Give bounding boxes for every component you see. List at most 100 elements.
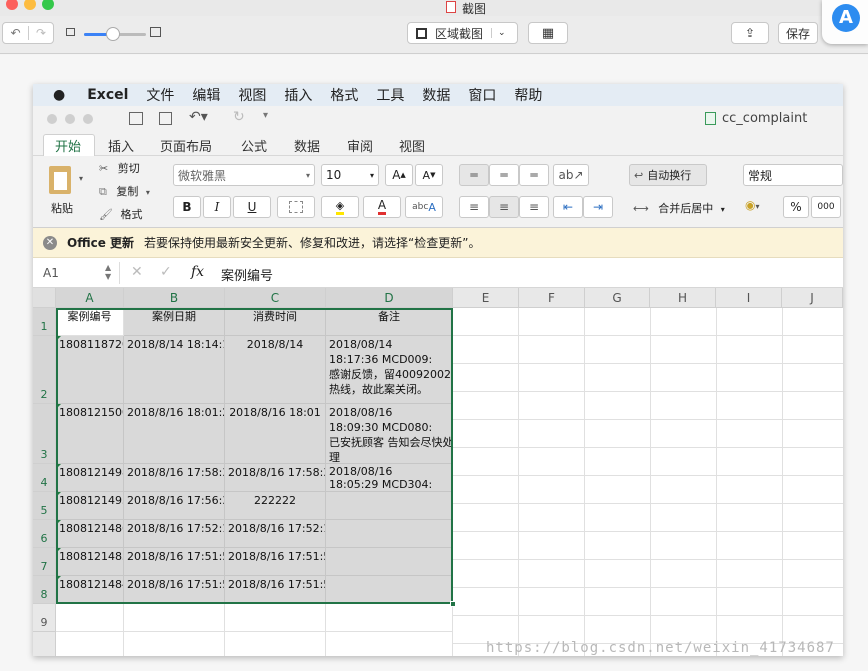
orientation-button[interactable]: ab↗ xyxy=(553,164,589,186)
cell-d1[interactable]: 备注 xyxy=(326,308,453,336)
row-header-6[interactable]: 6 xyxy=(33,520,56,548)
cell-b1[interactable]: 案例日期 xyxy=(124,308,225,336)
bold-button[interactable]: B xyxy=(173,196,201,218)
column-header-b[interactable]: B xyxy=(124,288,225,308)
zoom-slider[interactable] xyxy=(84,27,146,41)
cell-d6[interactable] xyxy=(326,520,453,548)
italic-button[interactable]: I xyxy=(203,196,231,218)
empty-grid-area[interactable] xyxy=(453,308,843,656)
cell-b3[interactable]: 2018/8/16 18:01:20 xyxy=(124,404,225,464)
fx-icon[interactable]: fx xyxy=(191,264,204,280)
column-header-i[interactable]: I xyxy=(716,288,782,308)
cell-d4[interactable]: 2018/08/16 18:05:29 MCD304: xyxy=(326,464,453,492)
percent-button[interactable]: % xyxy=(783,196,809,218)
zoom-window-button[interactable] xyxy=(42,0,54,10)
cell-b4[interactable]: 2018/8/16 17:58:30 xyxy=(124,464,225,492)
decrease-indent-button[interactable]: ⇤ xyxy=(553,196,583,218)
align-top-button[interactable]: ═ xyxy=(459,164,489,186)
cell-d8[interactable] xyxy=(326,576,453,604)
tab-formulas[interactable]: 公式 xyxy=(241,136,267,155)
close-window-button[interactable] xyxy=(6,0,18,10)
cell-a8[interactable]: 1808121484 xyxy=(56,576,124,604)
row-header-8[interactable]: 8 xyxy=(33,576,56,604)
tab-insert[interactable]: 插入 xyxy=(108,136,134,155)
cell-d5[interactable] xyxy=(326,492,453,520)
menu-format[interactable]: 格式 xyxy=(330,85,358,105)
accounting-format-button[interactable]: ◉▾ xyxy=(745,198,779,220)
cell-c3[interactable]: 2018/8/16 18:01 xyxy=(225,404,326,464)
qrcode-button[interactable]: ▦ xyxy=(528,22,568,44)
cell-a5[interactable]: 1808121493 xyxy=(56,492,124,520)
increase-font-button[interactable]: A ▲ xyxy=(385,164,413,186)
cell-d3[interactable]: 2018/08/16 18:09:30 MCD080: 已安抚顾客 告知会尽快处… xyxy=(326,404,453,464)
cut-button[interactable]: ✂ 剪切 xyxy=(99,160,159,178)
menu-edit[interactable]: 编辑 xyxy=(192,85,220,105)
font-color-button[interactable]: A xyxy=(363,196,401,218)
column-header-g[interactable]: G xyxy=(585,288,650,308)
paste-button[interactable]: ▾ 粘贴 xyxy=(45,162,87,218)
cell-c2[interactable]: 2018/8/14 xyxy=(225,336,326,404)
merge-center-button[interactable]: ⟷ 合并后居中 ▾ xyxy=(633,200,733,218)
row-header-10[interactable] xyxy=(33,632,56,656)
worksheet-grid[interactable]: A B C D E F G H I J 1 2 3 4 5 6 7 8 9 案例… xyxy=(33,288,843,656)
row-header-9[interactable]: 9 xyxy=(33,604,56,632)
undo-icon[interactable]: ↶▾ xyxy=(189,109,208,125)
column-header-j[interactable]: J xyxy=(782,288,843,308)
row-header-5[interactable]: 5 xyxy=(33,492,56,520)
cell-a2[interactable]: 1808118720 xyxy=(56,336,124,404)
cell-d7[interactable] xyxy=(326,548,453,576)
paste-dropdown-icon[interactable]: ▾ xyxy=(79,174,83,183)
cell-b8[interactable]: 2018/8/16 17:51:54 xyxy=(124,576,225,604)
tab-view[interactable]: 视图 xyxy=(399,136,425,155)
area-screenshot-button[interactable]: 区域截图 ⌄ xyxy=(407,22,518,44)
fill-handle[interactable] xyxy=(450,601,456,607)
borders-button[interactable] xyxy=(277,196,315,218)
menu-window[interactable]: 窗口 xyxy=(468,85,496,105)
align-right-button[interactable]: ≡ xyxy=(519,196,549,218)
row-header-3[interactable]: 3 xyxy=(33,404,56,464)
row-header-2[interactable]: 2 xyxy=(33,336,56,404)
undo-icon[interactable]: ↶ xyxy=(3,26,28,40)
column-header-d[interactable]: D xyxy=(326,288,453,308)
redo-icon[interactable]: ↷ xyxy=(27,26,53,40)
name-box-stepper-icon[interactable]: ▲ ▼ xyxy=(105,263,111,281)
share-button[interactable]: ⇪ xyxy=(731,22,769,44)
cell-c1[interactable]: 消费时间 xyxy=(225,308,326,336)
customize-toolbar-icon[interactable]: ▾ xyxy=(263,110,268,121)
cell-a7[interactable]: 1808121485 xyxy=(56,548,124,576)
zoom-out-icon[interactable] xyxy=(66,28,75,36)
column-header-c[interactable]: C xyxy=(225,288,326,308)
wrap-text-button[interactable]: ↩ 自动换行 xyxy=(629,164,707,186)
row-header-1[interactable]: 1 xyxy=(33,308,56,336)
comma-button[interactable]: 000 xyxy=(811,196,841,218)
minimize-dot[interactable] xyxy=(65,114,75,124)
cell-a3[interactable]: 1808121500 xyxy=(56,404,124,464)
formula-content[interactable]: 案例编号 xyxy=(221,265,273,284)
cell-d2[interactable]: 2018/08/14 18:17:36 MCD009: 感谢反馈，留400920… xyxy=(326,336,453,404)
cell-b6[interactable]: 2018/8/16 17:52:10 xyxy=(124,520,225,548)
font-size-select[interactable]: 10 ▾ xyxy=(321,164,379,186)
chevron-down-icon[interactable]: ⌄ xyxy=(491,28,506,38)
select-all-corner[interactable] xyxy=(33,288,56,308)
minimize-window-button[interactable] xyxy=(24,0,36,10)
enter-icon[interactable]: ✓ xyxy=(160,264,172,280)
align-center-button[interactable]: ≡ xyxy=(489,196,519,218)
save-button[interactable]: 保存 xyxy=(778,22,818,44)
number-format-select[interactable]: 常规 xyxy=(743,164,843,186)
copy-button[interactable]: ⧉ 复制 ▾ xyxy=(99,183,159,201)
sidebar-icon[interactable] xyxy=(129,112,143,125)
name-box[interactable]: A1 xyxy=(43,266,59,280)
empty-grid-bottom[interactable] xyxy=(56,604,453,656)
increase-indent-button[interactable]: ⇥ xyxy=(583,196,613,218)
menu-file[interactable]: 文件 xyxy=(146,85,174,105)
phonetic-button[interactable]: abc A xyxy=(405,196,443,218)
align-bottom-button[interactable]: ═ xyxy=(519,164,549,186)
cell-c4[interactable]: 2018/8/16 17:58:30 xyxy=(225,464,326,492)
close-notice-icon[interactable]: ✕ xyxy=(43,235,57,250)
tab-review[interactable]: 审阅 xyxy=(347,136,373,155)
align-middle-button[interactable]: ═ xyxy=(489,164,519,186)
font-name-select[interactable]: 微软雅黑 ▾ xyxy=(173,164,315,186)
cell-b7[interactable]: 2018/8/16 17:51:58 xyxy=(124,548,225,576)
underline-button[interactable]: U xyxy=(233,196,271,218)
cell-c8[interactable]: 2018/8/16 17:51:54 xyxy=(225,576,326,604)
